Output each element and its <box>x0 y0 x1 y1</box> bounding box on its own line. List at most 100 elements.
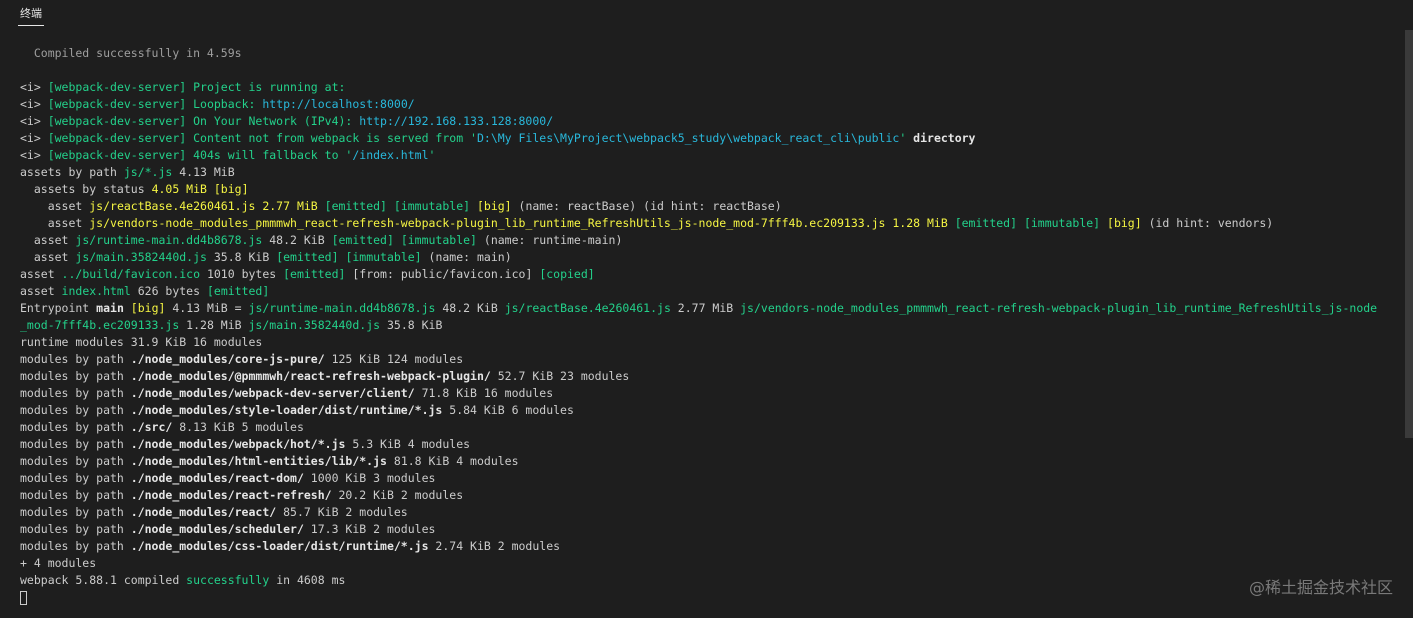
terminal-text-segment: [webpack-dev-server] Project is running … <box>47 80 346 94</box>
terminal-text-segment: webpack 5.88.1 compiled <box>20 573 187 587</box>
terminal-panel: 终端 Compiled successfully in 4.59s <i> [we… <box>0 0 1413 618</box>
terminal-text-segment: modules by path <box>20 386 131 400</box>
terminal-text-segment: modules by path <box>20 522 131 536</box>
terminal-text-segment: js/runtime-main.dd4b8678.js <box>248 301 436 315</box>
terminal-text-segment: [emitted] [immutable] <box>947 216 1108 230</box>
terminal-line: asset js/vendors-node_modules_pmmmwh_rea… <box>20 215 1393 232</box>
terminal-text-segment: [emitted] <box>206 284 270 298</box>
terminal-text-segment: 5.84 KiB 6 modules <box>442 403 574 417</box>
terminal-text-segment: ./node_modules/react-refresh/ <box>130 488 332 502</box>
terminal-text-segment: asset <box>20 284 62 298</box>
terminal-text-segment: runtime modules 31.9 KiB 16 modules <box>20 335 263 349</box>
terminal-text-segment: ./node_modules/scheduler/ <box>130 522 304 536</box>
terminal-line: <i> [webpack-dev-server] Content not fro… <box>20 130 1393 147</box>
terminal-text-segment: js/*.js <box>123 165 173 179</box>
terminal-line: modules by path ./node_modules/react-dom… <box>20 470 1393 487</box>
terminal-text-segment: ./node_modules/css-loader/dist/runtime/*… <box>130 539 429 553</box>
terminal-text-segment: 2.77 MiB <box>670 301 741 315</box>
terminal-output[interactable]: Compiled successfully in 4.59s <i> [webpa… <box>20 45 1393 606</box>
terminal-text-segment: js/runtime-main.dd4b8678.js <box>75 233 263 247</box>
terminal-text-segment: ../build/favicon.ico <box>61 267 201 281</box>
watermark: @稀土掘金技术社区 <box>1248 578 1393 597</box>
terminal-line: modules by path ./node_modules/css-loade… <box>20 538 1393 555</box>
terminal-text-segment: directory <box>913 131 976 145</box>
terminal-text-segment: [emitted] [immutable] <box>331 233 477 247</box>
terminal-text-segment: <i> <box>20 114 48 128</box>
terminal-line: modules by path ./node_modules/react/ 85… <box>20 504 1393 521</box>
terminal-line: <i> [webpack-dev-server] Loopback: http:… <box>20 96 1393 113</box>
terminal-text-segment: ./src/ <box>130 420 173 434</box>
terminal-text-segment: in 4608 ms <box>269 573 346 587</box>
terminal-text-segment: js/main.3582440d.js <box>248 318 381 332</box>
terminal-text-segment: modules by path <box>20 471 131 485</box>
terminal-text-segment: [emitted] <box>283 267 346 281</box>
terminal-text-segment: modules by path <box>20 403 131 417</box>
terminal-text-segment: modules by path <box>20 437 131 451</box>
terminal-text-segment: 48.2 KiB <box>262 233 332 247</box>
terminal-text-segment: ./node_modules/core-js-pure/ <box>130 352 325 366</box>
terminal-text-segment: (name: reactBase) (id hint: reactBase) <box>511 199 782 213</box>
panel-tab-bar: 终端 <box>0 0 1413 30</box>
terminal-line: modules by path ./node_modules/webpack/h… <box>20 436 1393 453</box>
terminal-text-segment: ./node_modules/react-dom/ <box>130 471 304 485</box>
terminal-text-segment: js/vendors-node_modules_pmmmwh_react-ref… <box>740 301 1378 315</box>
terminal-text-segment: <i> <box>20 80 48 94</box>
terminal-text-segment: asset <box>20 199 90 213</box>
terminal-line: modules by path ./node_modules/style-loa… <box>20 402 1393 419</box>
terminal-line: modules by path ./src/ 8.13 KiB 5 module… <box>20 419 1393 436</box>
terminal-text-segment: 5.3 KiB 4 modules <box>345 437 471 451</box>
terminal-text-segment: 1.28 MiB <box>179 318 249 332</box>
terminal-text-segment: index.html <box>61 284 131 298</box>
terminal-text-segment: [big] <box>1107 216 1142 230</box>
terminal-text-segment: 1010 bytes <box>200 267 284 281</box>
terminal-scrollbar[interactable] <box>1405 30 1413 438</box>
terminal-line: _mod-7fff4b.ec209133.js 1.28 MiB js/main… <box>20 317 1393 334</box>
terminal-text-segment: 2.74 KiB 2 modules <box>428 539 561 553</box>
terminal-line: asset index.html 626 bytes [emitted] <box>20 283 1393 300</box>
terminal-text-segment: (name: runtime-main) <box>476 233 623 247</box>
terminal-line: modules by path ./node_modules/webpack-d… <box>20 385 1393 402</box>
terminal-text-segment: ./node_modules/html-entities/lib/*.js <box>130 454 387 468</box>
terminal-line: modules by path ./node_modules/react-ref… <box>20 487 1393 504</box>
terminal-text-segment: ' <box>899 131 914 145</box>
terminal-text-segment: assets by status <box>20 182 152 196</box>
terminal-line: <i> [webpack-dev-server] On Your Network… <box>20 113 1393 130</box>
text-cursor <box>20 590 27 605</box>
terminal-text-segment: (id hint: vendors) <box>1141 216 1274 230</box>
terminal-line: modules by path ./node_modules/@pmmmwh/r… <box>20 368 1393 385</box>
terminal-line: assets by status 4.05 MiB [big] <box>20 181 1393 198</box>
terminal-text-segment: js/main.3582440d.js <box>75 250 207 264</box>
terminal-text-segment: 4.13 MiB <box>172 165 235 179</box>
terminal-prompt-line[interactable] <box>20 589 1393 606</box>
terminal-text-segment: http://localhost:8000/ <box>262 97 415 111</box>
terminal-text-segment: [big] <box>123 301 166 315</box>
terminal-text-segment: js/vendors-node_modules_pmmmwh_react-ref… <box>89 216 948 230</box>
terminal-line: assets by path js/*.js 4.13 MiB <box>20 164 1393 181</box>
terminal-line: runtime modules 31.9 KiB 16 modules <box>20 334 1393 351</box>
terminal-text-segment: asset <box>20 233 76 247</box>
terminal-text-segment: [emitted] [immutable] <box>276 250 422 264</box>
terminal-text-segment: D:\My Files\MyProject\webpack5_study\web… <box>476 131 900 145</box>
terminal-text-segment: ./node_modules/webpack/hot/*.js <box>130 437 346 451</box>
terminal-text-segment: 20.2 KiB 2 modules <box>331 488 464 502</box>
terminal-text-segment: modules by path <box>20 454 131 468</box>
tab-terminal[interactable]: 终端 <box>18 5 44 26</box>
terminal-text-segment: modules by path <box>20 420 131 434</box>
terminal-text-segment: 85.7 KiB 2 modules <box>276 505 408 519</box>
terminal-text-segment: ' <box>428 148 436 162</box>
terminal-text-segment: [webpack-dev-server] 404s will fallback … <box>47 148 353 162</box>
terminal-text-segment: modules by path <box>20 539 131 553</box>
terminal-text-segment: [webpack-dev-server] Loopback: <box>47 97 263 111</box>
terminal-text-segment: 8.13 KiB 5 modules <box>172 420 304 434</box>
terminal-text-segment: [copied] <box>539 267 595 281</box>
terminal-text-segment: [webpack-dev-server] On Your Network (IP… <box>47 114 360 128</box>
terminal-text-segment: 125 KiB 124 modules <box>324 352 464 366</box>
terminal-line: modules by path ./node_modules/scheduler… <box>20 521 1393 538</box>
terminal-text-segment: 48.2 KiB <box>435 301 505 315</box>
terminal-line: modules by path ./node_modules/core-js-p… <box>20 351 1393 368</box>
terminal-line: asset js/main.3582440d.js 35.8 KiB [emit… <box>20 249 1393 266</box>
terminal-text-segment: 71.8 KiB 16 modules <box>414 386 554 400</box>
terminal-text-segment: <i> <box>20 131 48 145</box>
terminal-text-segment: 626 bytes <box>130 284 207 298</box>
